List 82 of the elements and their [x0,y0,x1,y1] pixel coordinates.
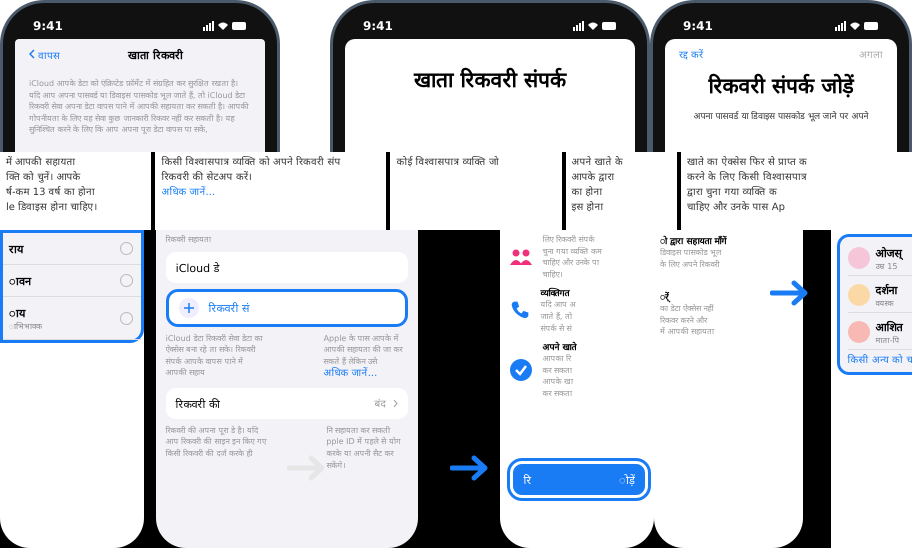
text-fragment: खाते का ऐक्सेस फिर से प्राप्त क [687,155,808,168]
tip-text: लिए रिकवरी संपर्क [542,234,596,246]
learn-more-link[interactable]: अधिक जानें... [161,184,380,198]
contact-subtitle: माता-पि [876,334,901,345]
screen-title: रिकवरी संपर्क जोड़ें [708,72,854,99]
tip-text: डिवाइस पासकोड भूल [660,247,722,259]
back-link[interactable]: वापस [29,48,60,62]
text-fragment: करने के लिए किसी विश्वासपात्र [687,170,808,183]
option-label: ाय [9,306,27,320]
option-label: राय [9,242,23,256]
screen-title: खाता रिकवरी संपर्क [414,66,566,93]
text-fragment: आपके द्वारा [572,170,616,183]
tip-title: व्यक्तिगत [540,286,571,300]
tip-text: चुना गया व्यक्ति कम [542,246,602,258]
contact-name[interactable]: दर्शना [876,282,898,297]
tip-text: आपका रि [542,353,572,365]
chevron-right-icon [393,398,398,408]
text-fragment: किसी विश्वासपात्र व्यक्ति को अपने रिकवरी संप [161,155,342,168]
section-header: रिकवरी सहायता [166,234,212,246]
status-icons [835,21,879,31]
plus-icon [184,302,194,313]
note-text: Apple के पास आपके में आपकी सहायता की जा कर सकते हैं लेकिन उसे अधिक जानें... [324,332,404,382]
contact-subtitle: उम्र 15 [876,261,898,271]
learn-more-link[interactable]: अधिक जानें... [324,368,378,380]
tip-text: में आपकी सहायता [660,326,716,338]
text-fragment: में आपकी सहायता [6,155,76,168]
text-fragment: le डिवाइस होना चाहिए। [6,200,98,213]
status-icons [203,21,247,31]
text-fragment: क्ति को चुनें। आपके [6,170,82,183]
text-fragment: र्ष-कम 13 वर्ष का होना [6,185,96,198]
choose-other-link[interactable]: किसी अन्य को च [848,352,912,366]
tip-title: अपने खाते [542,340,576,354]
radio-button[interactable] [120,312,133,324]
contact-subtitle: वयस्क [876,298,895,308]
account-row[interactable]: iCloud डे [166,252,408,283]
status-time: 9:41 [33,19,63,33]
add-contact-button[interactable]: रि ोड़ें [510,461,648,498]
people-icon [510,249,532,266]
tip-title: ो द्वारा सहायता माँगें [660,234,728,247]
cancel-link[interactable]: रद्द करें [679,47,704,61]
text-fragment: द्वारा चुना गया व्यक्ति क [687,185,778,198]
tip-text: कर सकता [542,364,574,376]
tip-title: र्ें [660,290,672,304]
footer-text: नि सहायता कर सकती pple ID में पहले से योग करके या अपनी सैट कर सकेंगे। [326,424,402,472]
tip-text: यदि आप अ [540,299,576,311]
radio-button[interactable] [120,242,133,255]
status-time: 9:41 [363,19,393,33]
settings-row[interactable]: रिकवरी की बंद [166,388,408,419]
contact-name[interactable]: ओजस् [876,245,902,260]
tip-text: चाहिए और उनके पा [542,257,600,269]
text-fragment: अपने खाते के [572,155,624,168]
tip-text: के लिए अपने रिकवरी [660,258,721,270]
tip-text: आपके खा [542,376,574,388]
tip-text: चाहिए। [542,268,564,280]
text-fragment: का होना [572,185,604,198]
description-text: iCloud आपके डेटा को एंक्रिप्टेड फ़ॉर्मेट में संग्रहित कर सुरक्षित रखता है। यदि आप अपना पासवर्ड या डिवाइस पासकोड भूल जाते हैं, तो iCloud डेटा रिकवरी सेवा अपना डेटा वापस पाने में आपकी सहायता कर सकती है। आपकी गोपनीयता के लिए यह सेवा कुछ जानकारी रिकवर नहीं कर सकती है। यह सुनिश्चित करने के लिए कि आप अपना पूरा डेटा वापस पा सकें, [29,78,250,136]
add-contact-button[interactable]: रिकवरी सं [166,288,408,327]
status-icons [573,21,617,31]
text-fragment: कोई विश्वासपात्र व्यक्ति जो [396,155,500,168]
tip-text: जाते हैं, तो [540,310,574,323]
status-time: 9:41 [683,19,713,33]
arrow-icon [770,280,810,306]
tip-text: संपर्क से सं [540,322,573,334]
radio-button[interactable] [120,274,133,287]
text-fragment: रिकवरी की सेटअप करें। [161,170,253,183]
text-fragment: चाहिए और उनके पास Ap [687,200,786,213]
screen-title: खाता रिकवरी [128,48,183,62]
option-subtitle: ाभिभावक [9,320,42,331]
text-fragment: इस होना [572,200,605,213]
arrow-icon [450,455,490,481]
checkmark-icon [510,358,532,381]
tip-text: कर सकता [542,388,574,400]
phone-icon [510,300,530,320]
footer-text: रिकवरी की अपना पूरा डे है। यदि आप रिकवरी की साइन इन किए गए किसी रिकवरी की दर्ज करके ही [166,424,266,460]
next-link[interactable]: अगला [859,47,883,61]
option-label: ावन [9,274,31,288]
tip-text: का डेटा ऐक्सेस नहीं [660,303,715,315]
contact-name[interactable]: आशित [876,319,903,334]
tip-text: रिकवर करने और [660,314,708,326]
note-text: iCloud डेटा रिकवरी सेवा डेटा का ऐक्सेस बना रहे ता सके। रिकवरी संपर्क आपके वापस पाने में आपकी सहाय [166,332,264,380]
chevron-left-icon [29,48,35,58]
description-text: अपना पासवर्ड या डिवाइस पासकोड भूल जाने पर अपने [694,110,868,122]
